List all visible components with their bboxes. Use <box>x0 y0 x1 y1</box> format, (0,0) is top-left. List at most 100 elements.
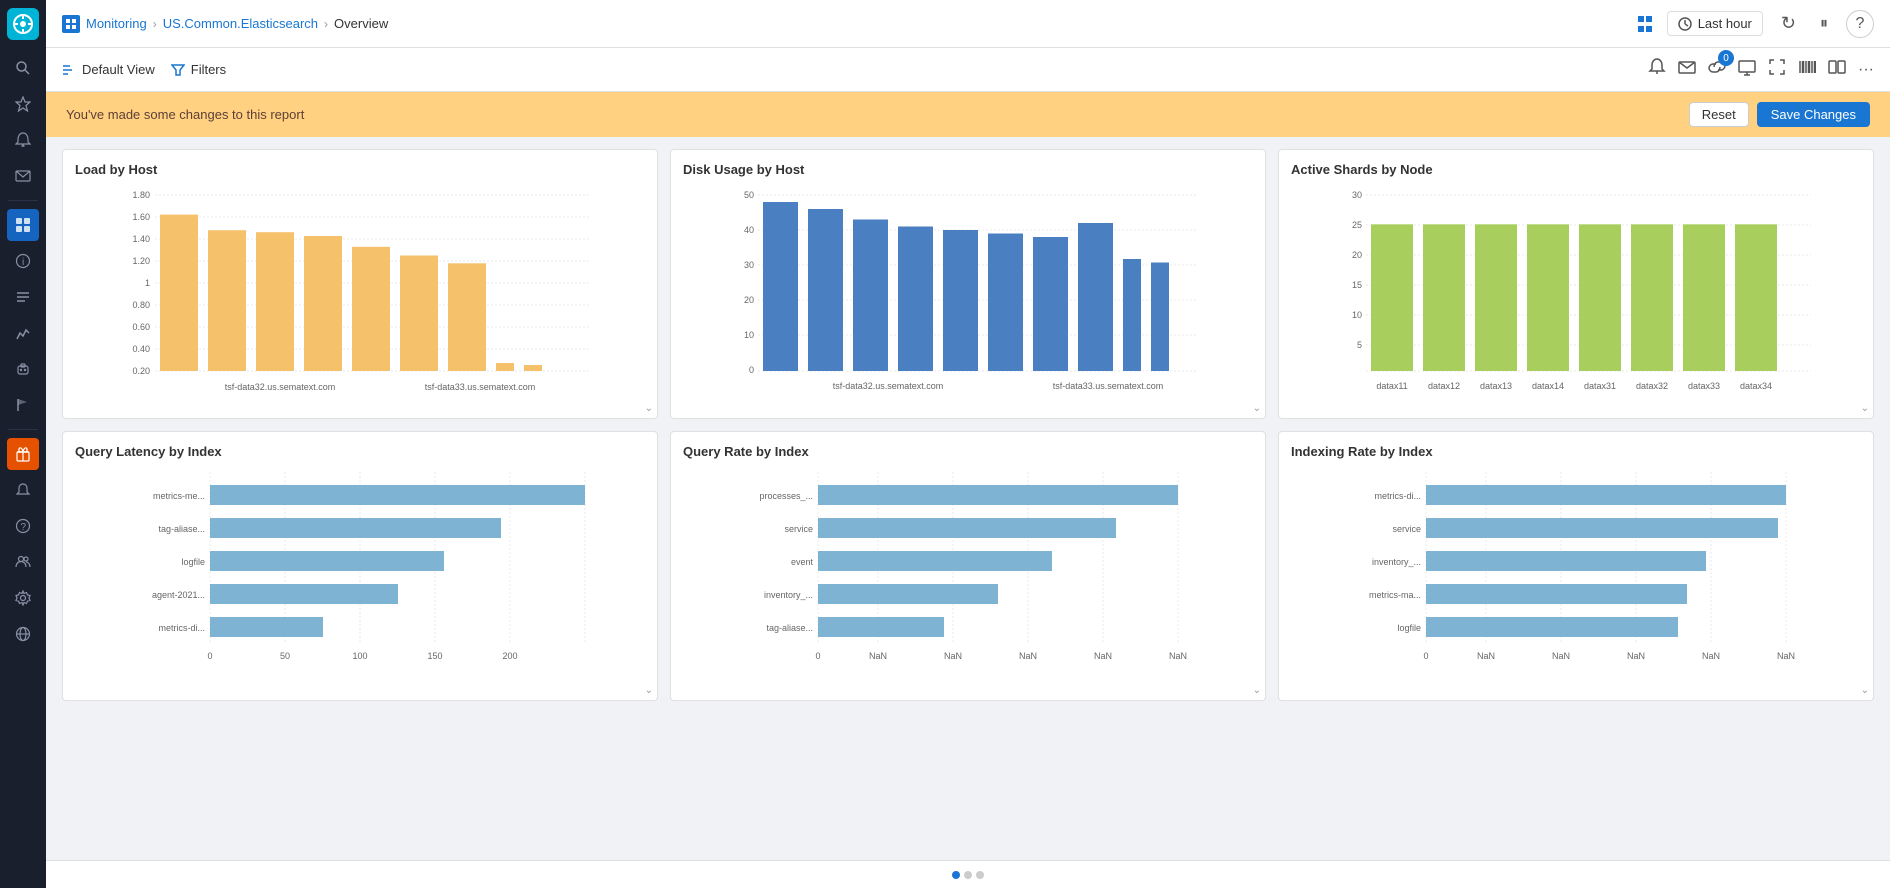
layout-toolbar-icon[interactable] <box>1828 58 1846 81</box>
time-range-button[interactable]: Last hour <box>1667 11 1763 36</box>
expand-toolbar-icon[interactable] <box>1768 58 1786 81</box>
svg-text:datax31: datax31 <box>1584 381 1616 391</box>
breadcrumb-monitoring[interactable]: Monitoring <box>86 16 147 31</box>
breadcrumb-app[interactable]: US.Common.Elasticsearch <box>163 16 318 31</box>
svg-text:50: 50 <box>280 651 290 661</box>
sidebar-item-help[interactable]: ? <box>7 510 39 542</box>
sidebar-item-flag[interactable] <box>7 389 39 421</box>
sidebar-item-search[interactable] <box>7 52 39 84</box>
svg-text:0: 0 <box>749 365 754 375</box>
svg-text:logfile: logfile <box>1397 623 1421 633</box>
sidebar-item-alerts[interactable] <box>7 124 39 156</box>
svg-text:40: 40 <box>744 225 754 235</box>
pause-button[interactable]: ⏸ <box>1814 13 1834 35</box>
toolbar-right: 0 ··· <box>1648 58 1874 81</box>
chart-query-latency-title: Query Latency by Index <box>75 444 645 459</box>
breadcrumb-sep-2: › <box>324 17 328 31</box>
chart-query-latency: Query Latency by Index metrics-me... tag… <box>62 431 658 701</box>
svg-text:logfile: logfile <box>181 557 205 567</box>
svg-text:tag-aliase...: tag-aliase... <box>158 524 205 534</box>
svg-text:?: ? <box>21 522 27 533</box>
pagination-bar <box>46 860 1890 888</box>
badge-count: 0 <box>1718 50 1734 66</box>
svg-text:tag-aliase...: tag-aliase... <box>766 623 813 633</box>
page-dot-1[interactable] <box>952 871 960 879</box>
link-toolbar-icon[interactable]: 0 <box>1708 58 1726 81</box>
svg-text:tsf-data33.us.sematext.com: tsf-data33.us.sematext.com <box>425 382 536 392</box>
sidebar-item-logs[interactable] <box>7 281 39 313</box>
page-dot-3[interactable] <box>976 871 984 879</box>
default-view-button[interactable]: Default View <box>62 62 155 77</box>
chart-disk-usage: Disk Usage by Host 50 40 30 <box>670 149 1266 419</box>
sidebar-item-robot[interactable] <box>7 353 39 385</box>
svg-text:0: 0 <box>815 651 820 661</box>
sidebar-item-monitoring[interactable] <box>7 209 39 241</box>
svg-text:datax14: datax14 <box>1532 381 1564 391</box>
svg-text:NaN: NaN <box>1702 651 1720 661</box>
help-button[interactable]: ? <box>1846 10 1874 38</box>
sidebar-item-gift[interactable] <box>7 438 39 470</box>
barcode-toolbar-icon[interactable] <box>1798 58 1816 81</box>
sidebar-item-star[interactable] <box>7 88 39 120</box>
sidebar-item-notifications[interactable] <box>7 474 39 506</box>
svg-text:1.80: 1.80 <box>132 190 150 200</box>
svg-text:service: service <box>1392 524 1421 534</box>
page-dot-2[interactable] <box>964 871 972 879</box>
svg-text:inventory_...: inventory_... <box>764 590 813 600</box>
sidebar-item-globe[interactable] <box>7 618 39 650</box>
sidebar-item-team[interactable] <box>7 546 39 578</box>
filters-label: Filters <box>191 62 226 77</box>
sidebar-item-info[interactable]: i <box>7 245 39 277</box>
svg-text:tsf-data33.us.sematext.com: tsf-data33.us.sematext.com <box>1053 381 1164 391</box>
mail-toolbar-icon[interactable] <box>1678 58 1696 81</box>
svg-text:metrics-di...: metrics-di... <box>158 623 205 633</box>
svg-text:20: 20 <box>1352 250 1362 260</box>
chart-indexing-rate-expand[interactable]: ⌄ <box>1861 685 1869 696</box>
chart-disk-expand[interactable]: ⌄ <box>1253 403 1261 414</box>
breadcrumb-page: Overview <box>334 16 388 31</box>
svg-text:150: 150 <box>427 651 442 661</box>
chart-load-expand[interactable]: ⌄ <box>645 403 653 414</box>
chart-shards-expand[interactable]: ⌄ <box>1861 403 1869 414</box>
svg-text:NaN: NaN <box>944 651 962 661</box>
svg-text:service: service <box>784 524 813 534</box>
svg-text:0.60: 0.60 <box>132 322 150 332</box>
svg-text:datax34: datax34 <box>1740 381 1772 391</box>
sidebar-logo[interactable] <box>7 8 39 40</box>
chart-query-latency-expand[interactable]: ⌄ <box>645 685 653 696</box>
save-changes-button[interactable]: Save Changes <box>1757 102 1870 127</box>
time-range-label: Last hour <box>1698 16 1752 31</box>
bell-toolbar-icon[interactable] <box>1648 58 1666 81</box>
svg-text:NaN: NaN <box>1094 651 1112 661</box>
grid-icon[interactable] <box>1637 15 1655 33</box>
svg-text:NaN: NaN <box>1019 651 1037 661</box>
filters-button[interactable]: Filters <box>171 62 226 77</box>
svg-text:metrics-ma...: metrics-ma... <box>1369 590 1421 600</box>
charts-row-1: Load by Host 1.80 <box>62 149 1874 419</box>
reset-button[interactable]: Reset <box>1689 102 1749 127</box>
svg-text:metrics-di...: metrics-di... <box>1374 491 1421 501</box>
clock-icon <box>1678 17 1692 31</box>
svg-text:tsf-data32.us.sematext.com: tsf-data32.us.sematext.com <box>225 382 336 392</box>
sidebar-item-messages[interactable] <box>7 160 39 192</box>
filter-icon <box>171 63 185 77</box>
screen-toolbar-icon[interactable] <box>1738 58 1756 81</box>
chart-query-rate-expand[interactable]: ⌄ <box>1253 685 1261 696</box>
sidebar-item-settings[interactable] <box>7 582 39 614</box>
chart-load-by-host-title: Load by Host <box>75 162 645 177</box>
banner-actions: Reset Save Changes <box>1689 102 1870 127</box>
svg-text:0.80: 0.80 <box>132 300 150 310</box>
page-dots <box>952 871 984 879</box>
chart-indexing-rate: Indexing Rate by Index metrics-di... ser… <box>1278 431 1874 701</box>
chart-disk-usage-title: Disk Usage by Host <box>683 162 1253 177</box>
refresh-button[interactable]: ↻ <box>1775 11 1802 36</box>
svg-text:20: 20 <box>744 295 754 305</box>
svg-text:event: event <box>791 557 814 567</box>
sidebar-item-trace[interactable] <box>7 317 39 349</box>
svg-text:NaN: NaN <box>1477 651 1495 661</box>
svg-text:datax33: datax33 <box>1688 381 1720 391</box>
chart-load-by-host-area: 1.80 1.60 1.40 1.20 1 0.80 0.60 0.40 0.2… <box>75 185 645 405</box>
more-options-icon[interactable]: ··· <box>1858 61 1874 79</box>
svg-text:0.20: 0.20 <box>132 366 150 376</box>
top-nav: Monitoring › US.Common.Elasticsearch › O… <box>46 0 1890 48</box>
